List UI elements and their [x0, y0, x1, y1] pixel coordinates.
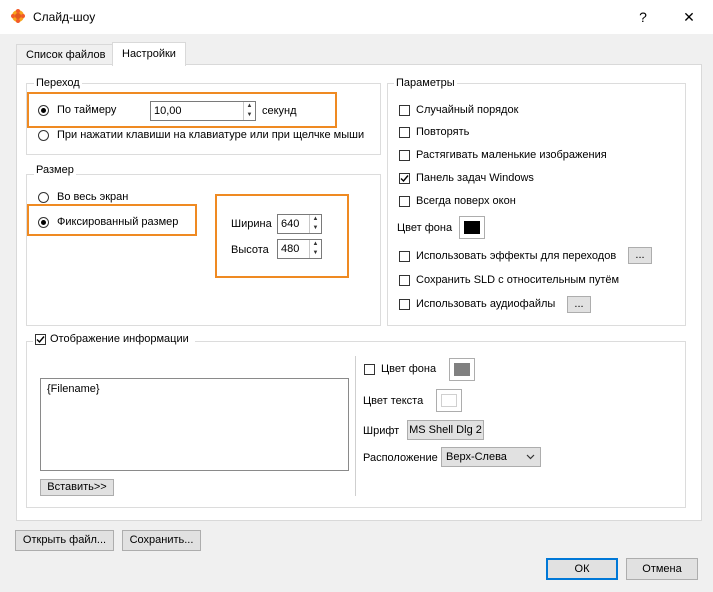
- width-value: 640: [281, 218, 300, 230]
- random-checkbox[interactable]: [399, 105, 410, 116]
- params-bg-color-button[interactable]: [459, 216, 485, 239]
- info-text-value: {Filename}: [47, 383, 100, 395]
- effects-more-button[interactable]: ...: [628, 247, 652, 264]
- close-button[interactable]: ✕: [677, 6, 701, 28]
- spin-down-icon[interactable]: ▼: [310, 224, 321, 233]
- open-file-button[interactable]: Открыть файл...: [15, 530, 114, 551]
- spin-down-icon[interactable]: ▼: [244, 111, 255, 120]
- fullscreen-label: Во весь экран: [57, 191, 129, 203]
- info-text-color-button[interactable]: [436, 389, 462, 412]
- transition-group-label: Переход: [34, 77, 82, 89]
- repeat-label: Повторять: [416, 126, 470, 138]
- spin-down-icon[interactable]: ▼: [310, 249, 321, 258]
- info-bg-color-label: Цвет фона: [381, 363, 437, 375]
- check-icon: [36, 336, 45, 344]
- help-button[interactable]: ?: [631, 6, 655, 28]
- stretch-label: Растягивать маленькие изображения: [416, 149, 607, 161]
- position-value: Верх-Слева: [446, 451, 507, 463]
- params-bg-color-swatch: [464, 221, 480, 234]
- font-label: Шрифт: [363, 425, 400, 437]
- key-label: При нажатии клавиши на клавиатуре или пр…: [57, 129, 365, 141]
- position-select[interactable]: Верх-Слева: [441, 447, 541, 467]
- key-radio[interactable]: [38, 130, 49, 141]
- width-input[interactable]: 640 ▲ ▼: [277, 214, 322, 234]
- audio-checkbox[interactable]: [399, 299, 410, 310]
- spin-up-icon[interactable]: ▲: [310, 215, 321, 224]
- save-sld-label: Сохранить SLD с относительным путём: [416, 274, 620, 286]
- height-label: Высота: [231, 244, 269, 256]
- stretch-checkbox[interactable]: [399, 150, 410, 161]
- tab-settings[interactable]: Настройки: [112, 42, 186, 66]
- cancel-button[interactable]: Отмена: [626, 558, 698, 580]
- insert-button[interactable]: Вставить>>: [40, 479, 114, 496]
- audio-label: Использовать аудиофайлы: [416, 298, 556, 310]
- info-text-color-swatch: [441, 394, 457, 407]
- ok-button[interactable]: ОК: [546, 558, 618, 580]
- size-highlight: [215, 194, 349, 278]
- info-bg-checkbox[interactable]: [364, 364, 375, 375]
- ontop-checkbox[interactable]: [399, 196, 410, 207]
- width-label: Ширина: [231, 218, 272, 230]
- save-button[interactable]: Сохранить...: [122, 530, 201, 551]
- repeat-checkbox[interactable]: [399, 127, 410, 138]
- height-input[interactable]: 480 ▲ ▼: [277, 239, 322, 259]
- save-sld-checkbox[interactable]: [399, 275, 410, 286]
- height-spinner[interactable]: ▲ ▼: [309, 240, 321, 258]
- params-bg-color-label: Цвет фона: [397, 222, 453, 234]
- info-text-color-label: Цвет текста: [363, 395, 424, 407]
- audio-more-button[interactable]: ...: [567, 296, 591, 313]
- timer-value: 10,00: [154, 105, 182, 117]
- title-bar: [0, 0, 713, 34]
- info-group-label: Отображение информации: [50, 333, 189, 345]
- chevron-down-icon: [526, 454, 535, 460]
- timer-spinner[interactable]: ▲ ▼: [243, 102, 255, 120]
- info-checkbox[interactable]: [35, 334, 46, 345]
- position-label: Расположение: [363, 452, 438, 464]
- spin-up-icon[interactable]: ▲: [244, 102, 255, 111]
- info-text-area[interactable]: {Filename}: [40, 378, 349, 471]
- timer-input[interactable]: 10,00 ▲ ▼: [150, 101, 256, 121]
- tab-file-list[interactable]: Список файлов: [16, 44, 116, 65]
- taskbar-checkbox[interactable]: [399, 173, 410, 184]
- width-spinner[interactable]: ▲ ▼: [309, 215, 321, 233]
- font-button[interactable]: MS Shell Dlg 2: [407, 420, 484, 440]
- height-value: 480: [281, 243, 300, 255]
- info-divider: [355, 356, 356, 496]
- timer-label: По таймеру: [57, 104, 117, 116]
- fixed-radio[interactable]: [38, 217, 49, 228]
- timer-radio[interactable]: [38, 105, 49, 116]
- effects-checkbox[interactable]: [399, 251, 410, 262]
- spin-up-icon[interactable]: ▲: [310, 240, 321, 249]
- info-bg-color-swatch: [454, 363, 470, 376]
- info-bg-color-button[interactable]: [449, 358, 475, 381]
- random-label: Случайный порядок: [416, 104, 519, 116]
- check-icon: [400, 175, 409, 183]
- window-title: Слайд-шоу: [33, 10, 96, 24]
- timer-unit: секунд: [262, 105, 297, 117]
- params-group-label: Параметры: [394, 77, 457, 89]
- taskbar-label: Панель задач Windows: [416, 172, 534, 184]
- fullscreen-radio[interactable]: [38, 192, 49, 203]
- size-group-label: Размер: [34, 164, 76, 176]
- ontop-label: Всегда поверх окон: [416, 195, 516, 207]
- app-icon: [11, 9, 25, 23]
- fixed-label: Фиксированный размер: [57, 216, 179, 228]
- effects-label: Использовать эффекты для переходов: [416, 250, 617, 262]
